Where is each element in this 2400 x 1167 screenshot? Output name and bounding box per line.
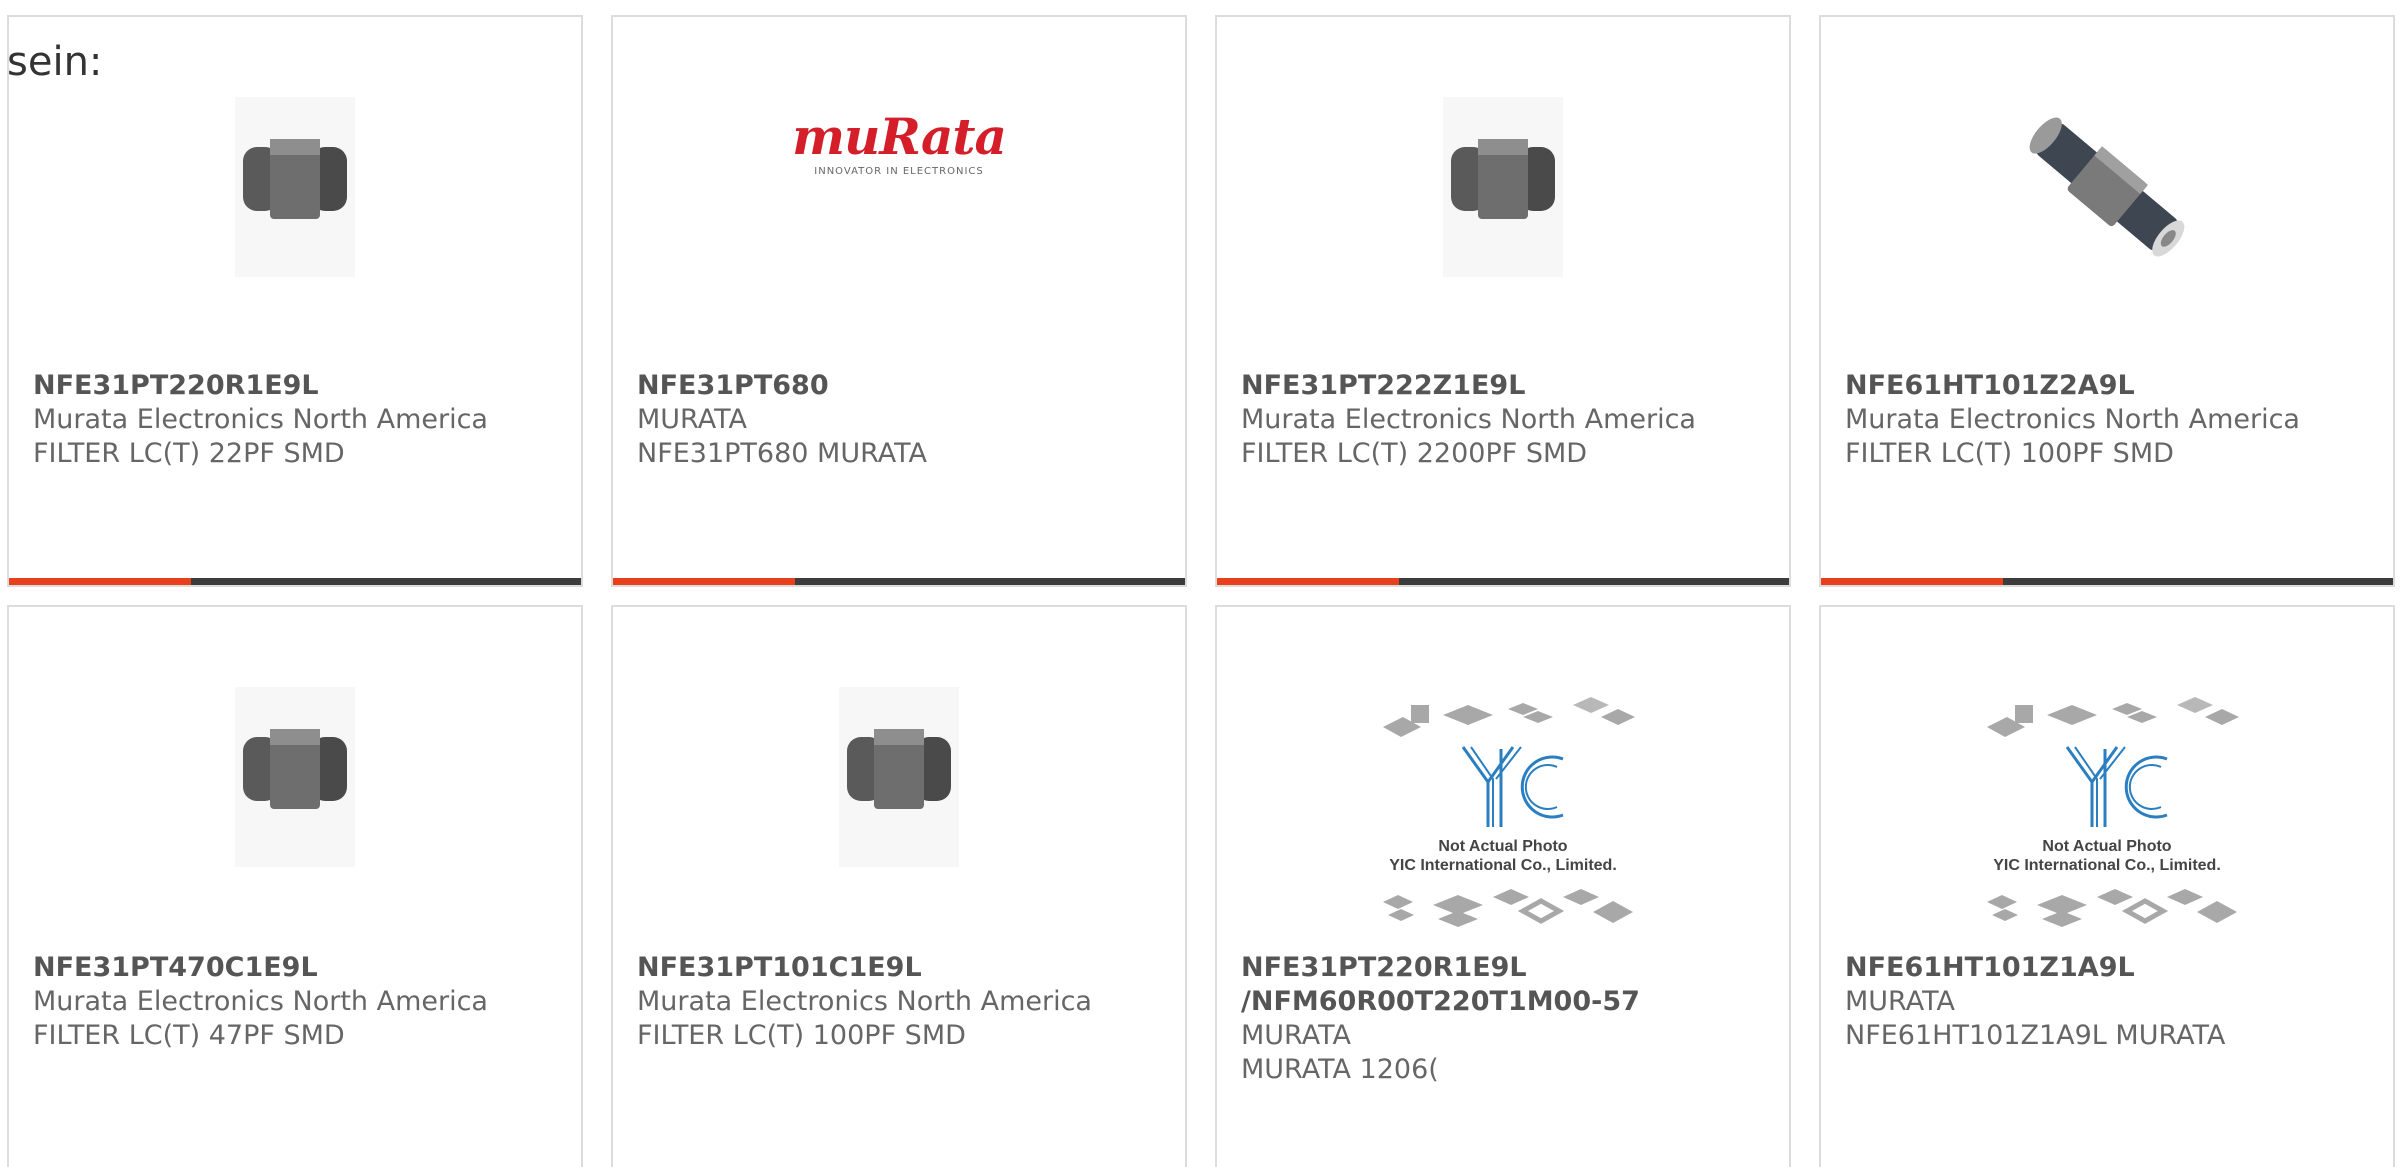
manufacturer: Murata Electronics North America xyxy=(1845,404,2300,435)
description: NFE61HT101Z1A9L MURATA xyxy=(1845,1020,2226,1051)
intro-text: sein: xyxy=(7,39,103,85)
product-card[interactable]: NFE31PT470C1E9L Murata Electronics North… xyxy=(7,605,583,1167)
part-number[interactable]: NFE31PT220R1E9L xyxy=(1241,951,1779,985)
part-number[interactable]: NFE31PT470C1E9L xyxy=(33,951,571,985)
yic-logo xyxy=(1987,697,2239,927)
part-number[interactable]: NFE31PT680 xyxy=(637,369,1175,403)
product-info: NFE31PT220R1E9L Murata Electronics North… xyxy=(33,369,571,471)
description: FILTER LC(T) 100PF SMD xyxy=(637,1020,966,1051)
part-number[interactable]: NFE31PT222Z1E9L xyxy=(1241,369,1779,403)
description: FILTER LC(T) 2200PF SMD xyxy=(1241,438,1588,469)
product-card[interactable]: Not Actual Photo YIC International Co., … xyxy=(1215,605,1791,1167)
card-accent-bar xyxy=(1821,578,2003,585)
manufacturer: Murata Electronics North America xyxy=(33,986,488,1017)
description: NFE31PT680 MURATA xyxy=(637,438,927,469)
filter-component-image[interactable] xyxy=(769,667,1029,887)
product-info: NFE31PT470C1E9L Murata Electronics North… xyxy=(33,951,571,1053)
yic-logo xyxy=(1383,697,1635,927)
card-bottom-bar xyxy=(9,578,581,585)
yic-placeholder-image[interactable]: Not Actual Photo YIC International Co., … xyxy=(1363,687,1643,937)
murata-logo-tagline: INNOVATOR IN ELECTRONICS xyxy=(814,166,984,177)
product-info: NFE61HT101Z2A9L Murata Electronics North… xyxy=(1845,369,2383,471)
filter-component-image[interactable] xyxy=(165,77,425,297)
product-info: NFE31PT680 MURATA NFE31PT680 MURATA xyxy=(637,369,1175,471)
product-card[interactable]: NFE31PT101C1E9L Murata Electronics North… xyxy=(611,605,1187,1167)
product-card[interactable]: NFE61HT101Z2A9L Murata Electronics North… xyxy=(1819,15,2395,587)
product-info: NFE31PT220R1E9L /NFM60R00T220T1M00-57 MU… xyxy=(1241,951,1779,1087)
yic-caption-line2: YIC International Co., Limited. xyxy=(1993,857,2221,874)
description: FILTER LC(T) 100PF SMD xyxy=(1845,438,2174,469)
product-card[interactable]: NFE31PT222Z1E9L Murata Electronics North… xyxy=(1215,15,1791,587)
murata-logo-word: muRata xyxy=(792,107,1007,166)
product-info: NFE61HT101Z1A9L MURATA NFE61HT101Z1A9L M… xyxy=(1845,951,2383,1053)
description: MURATA 1206( xyxy=(1241,1054,1439,1085)
card-bottom-bar xyxy=(1217,578,1789,585)
part-number-line2[interactable]: /NFM60R00T220T1M00-57 xyxy=(1241,985,1779,1019)
yic-caption: Not Actual Photo YIC International Co., … xyxy=(1967,837,2247,875)
part-number[interactable]: NFE61HT101Z2A9L xyxy=(1845,369,2383,403)
card-accent-bar xyxy=(613,578,795,585)
product-card[interactable]: Not Actual Photo YIC International Co., … xyxy=(1819,605,2395,1167)
manufacturer: Murata Electronics North America xyxy=(1241,404,1696,435)
yic-caption-line1: Not Actual Photo xyxy=(2042,838,2172,855)
part-number[interactable]: NFE61HT101Z1A9L xyxy=(1845,951,2383,985)
product-info: NFE31PT101C1E9L Murata Electronics North… xyxy=(637,951,1175,1053)
part-number[interactable]: NFE31PT101C1E9L xyxy=(637,951,1175,985)
manufacturer: MURATA xyxy=(1241,1020,1351,1051)
product-info: NFE31PT222Z1E9L Murata Electronics North… xyxy=(1241,369,1779,471)
product-grid-page: sein: NFE31PT220R1E9L Murata Electronics… xyxy=(0,0,2400,1167)
yic-caption: Not Actual Photo YIC International Co., … xyxy=(1363,837,1643,875)
filter-component-image[interactable] xyxy=(1373,77,1633,297)
description: FILTER LC(T) 47PF SMD xyxy=(33,1020,345,1051)
filter-component-image[interactable] xyxy=(165,667,425,887)
manufacturer: Murata Electronics North America xyxy=(33,404,488,435)
card-bottom-bar xyxy=(1821,578,2393,585)
product-card[interactable]: NFE31PT220R1E9L Murata Electronics North… xyxy=(7,15,583,587)
yic-caption-line2: YIC International Co., Limited. xyxy=(1389,857,1617,874)
yic-caption-line1: Not Actual Photo xyxy=(1438,838,1568,855)
card-accent-bar xyxy=(9,578,191,585)
murata-logo[interactable]: muRata INNOVATOR IN ELECTRONICS xyxy=(789,107,1009,178)
manufacturer: MURATA xyxy=(637,404,747,435)
filter-component-image[interactable] xyxy=(1977,77,2237,297)
description: FILTER LC(T) 22PF SMD xyxy=(33,438,345,469)
manufacturer: Murata Electronics North America xyxy=(637,986,1092,1017)
product-card[interactable]: muRata INNOVATOR IN ELECTRONICS NFE31PT6… xyxy=(611,15,1187,587)
card-bottom-bar xyxy=(613,578,1185,585)
part-number[interactable]: NFE31PT220R1E9L xyxy=(33,369,571,403)
manufacturer: MURATA xyxy=(1845,986,1955,1017)
yic-placeholder-image[interactable]: Not Actual Photo YIC International Co., … xyxy=(1967,687,2247,937)
card-accent-bar xyxy=(1217,578,1399,585)
